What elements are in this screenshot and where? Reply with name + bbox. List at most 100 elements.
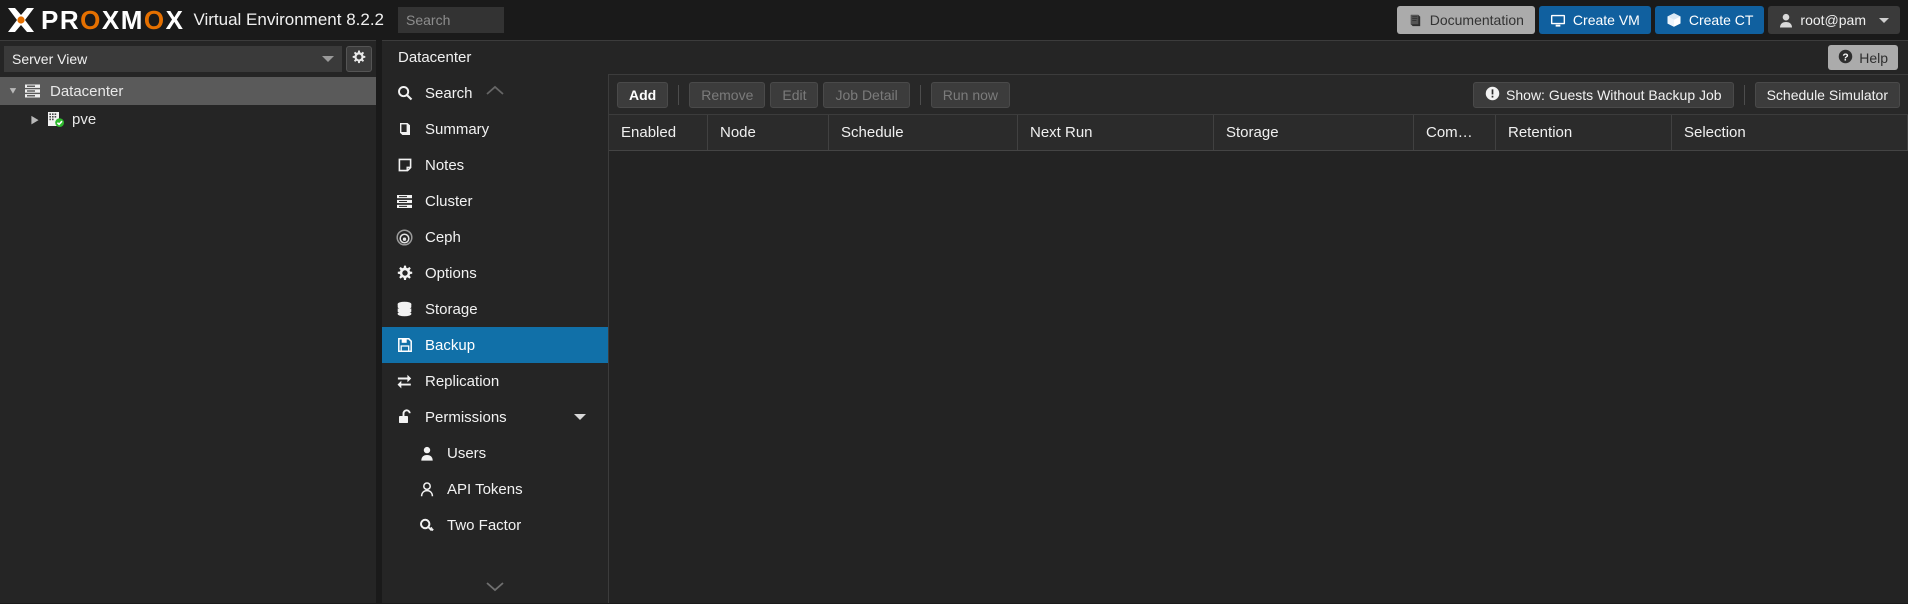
create-vm-label: Create VM	[1572, 12, 1640, 28]
two-factor-key-icon	[418, 517, 435, 534]
product-name: Virtual Environment 8.2.2	[193, 10, 385, 29]
create-vm-button[interactable]: Create VM	[1538, 6, 1651, 34]
sidebar-settings-button[interactable]	[346, 46, 372, 72]
nav-item-search[interactable]: Search	[382, 75, 608, 111]
server-view-sidebar: Server View ▼ Datacenter ▶ pve	[0, 40, 376, 603]
nav-item-label: Storage	[425, 300, 478, 318]
chevron-down-icon[interactable]: ▼	[6, 86, 20, 96]
grid-column-header[interactable]: Retention	[1496, 115, 1672, 150]
nav-item-label: Backup	[425, 336, 476, 354]
edit-button[interactable]: Edit	[770, 81, 819, 108]
nav-item-label: Summary	[425, 120, 490, 138]
nav-item-label: Options	[425, 264, 477, 282]
container-box-icon	[1666, 12, 1682, 28]
grid-header-row: Enabled Node Schedule Next Run Storage Com… Re…	[609, 115, 1908, 151]
user-icon	[1779, 13, 1793, 28]
tree-item-pve[interactable]: ▶ pve	[0, 105, 376, 133]
nav-item-label: Notes	[425, 156, 465, 174]
nav-item-two-factor[interactable]: Two Factor	[382, 507, 608, 543]
tree-item-datacenter[interactable]: ▼ Datacenter	[0, 77, 376, 105]
unlock-icon	[396, 409, 413, 426]
datacenter-nav-panel: Search Summary Notes Cluster Ceph Option…	[382, 40, 608, 603]
ceph-icon	[396, 228, 413, 246]
backup-toolbar: Add Remove Edit Job Detail Run now Show:…	[609, 75, 1908, 115]
nav-list: Search Summary Notes Cluster Ceph Option…	[382, 75, 608, 604]
nav-item-backup[interactable]: Backup	[382, 327, 608, 363]
view-selector-row: Server View	[0, 41, 376, 73]
grid-column-header[interactable]: Com…	[1414, 115, 1496, 150]
documentation-button[interactable]: Documentation	[1396, 6, 1535, 34]
nav-item-options[interactable]: Options	[382, 255, 608, 291]
chevron-down-icon	[486, 581, 504, 591]
grid-column-header[interactable]: Enabled	[609, 115, 708, 150]
breadcrumb: Datacenter	[398, 49, 472, 66]
tree-item-label: Datacenter	[50, 82, 124, 100]
nav-item-label: Two Factor	[447, 516, 522, 534]
grid-column-header[interactable]: Next Run	[1018, 115, 1214, 150]
job-detail-button[interactable]: Job Detail	[823, 81, 910, 108]
schedule-simulator-button[interactable]: Schedule Simulator	[1754, 81, 1900, 108]
help-button[interactable]: ? Help	[1828, 45, 1898, 70]
nav-item-cluster[interactable]: Cluster	[382, 183, 608, 219]
search-input[interactable]	[398, 7, 505, 33]
toolbar-separator	[1743, 84, 1745, 105]
question-circle-icon: ?	[1838, 49, 1853, 67]
proxmox-logo[interactable]: PROXMOX	[0, 0, 184, 40]
nav-item-api-tokens[interactable]: API Tokens	[382, 471, 608, 507]
search-icon	[396, 85, 413, 102]
help-label: Help	[1859, 49, 1888, 66]
grid-column-header[interactable]: Selection	[1672, 115, 1908, 150]
show-guests-label: Show: Guests Without Backup Job	[1506, 86, 1722, 103]
toolbar-separator	[678, 84, 680, 105]
breadcrumb-bar: Datacenter ? Help	[382, 40, 1908, 74]
gear-icon	[352, 50, 366, 69]
nav-item-notes[interactable]: Notes	[382, 147, 608, 183]
node-icon	[46, 110, 68, 128]
datacenter-icon	[24, 83, 46, 99]
api-token-icon	[418, 481, 435, 498]
nav-item-storage[interactable]: Storage	[382, 291, 608, 327]
proxmox-wordmark: PROXMOX	[41, 5, 185, 35]
nav-scroll-down-button[interactable]	[382, 573, 608, 599]
grid-body	[609, 151, 1908, 567]
chevron-right-icon[interactable]: ▶	[29, 113, 41, 126]
nav-item-label: Users	[447, 444, 487, 462]
chevron-down-icon	[1879, 17, 1889, 23]
nav-item-label: Cluster	[425, 192, 473, 210]
grid-column-header[interactable]: Storage	[1214, 115, 1414, 150]
floppy-disk-icon	[396, 337, 413, 354]
svg-text:?: ?	[1843, 52, 1849, 63]
view-selector-value: Server View	[12, 51, 88, 67]
monitor-icon	[1550, 13, 1566, 28]
run-now-button[interactable]: Run now	[930, 81, 1011, 108]
nav-item-label: Replication	[425, 372, 500, 390]
user-menu-button[interactable]: root@pam	[1768, 6, 1900, 34]
chevron-down-icon[interactable]	[574, 414, 586, 420]
exclamation-circle-icon	[1485, 86, 1500, 104]
header-actions: Documentation Create VM Create CT root@p…	[1396, 0, 1908, 40]
top-header-bar: PROXMOX Virtual Environment 8.2.2 Docume…	[0, 0, 1908, 40]
note-icon	[396, 157, 413, 174]
nav-item-users[interactable]: Users	[382, 435, 608, 471]
nav-item-label: Permissions	[425, 408, 507, 426]
proxmox-x-mark-icon	[6, 5, 36, 35]
toolbar-separator	[919, 84, 921, 105]
tree-item-label: pve	[72, 110, 97, 128]
book-icon	[1408, 13, 1423, 28]
nav-item-label: Search	[425, 84, 473, 102]
nav-item-permissions[interactable]: Permissions	[382, 399, 608, 435]
create-ct-button[interactable]: Create CT	[1654, 6, 1765, 34]
view-selector-combo[interactable]: Server View	[4, 46, 342, 72]
remove-button[interactable]: Remove	[689, 81, 766, 108]
user-icon	[418, 445, 435, 462]
nav-item-ceph[interactable]: Ceph	[382, 219, 608, 255]
documentation-label: Documentation	[1429, 12, 1524, 28]
add-button[interactable]: Add	[617, 81, 669, 108]
cluster-icon	[396, 193, 413, 210]
show-guests-without-backup-job-button[interactable]: Show: Guests Without Backup Job	[1473, 81, 1734, 108]
nav-item-summary[interactable]: Summary	[382, 111, 608, 147]
gear-icon	[396, 265, 413, 282]
nav-item-replication[interactable]: Replication	[382, 363, 608, 399]
grid-column-header[interactable]: Schedule	[829, 115, 1018, 150]
grid-column-header[interactable]: Node	[708, 115, 829, 150]
